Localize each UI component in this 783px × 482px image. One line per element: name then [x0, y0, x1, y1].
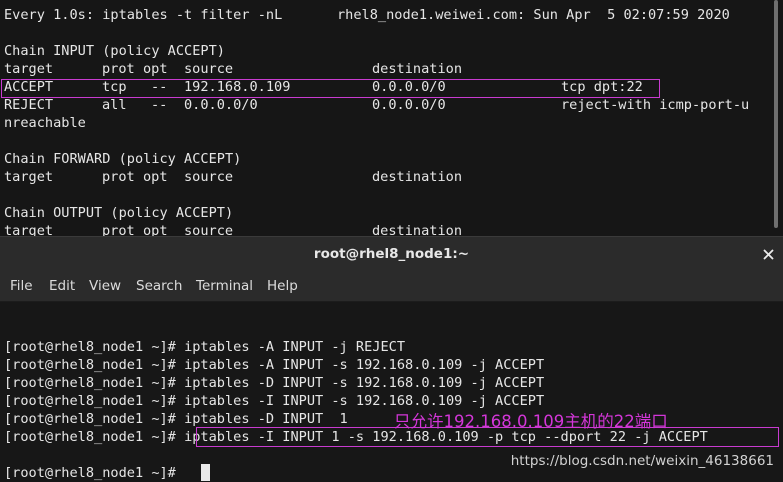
- terminal-window: root@rhel8_node1:~ File Edit View Search…: [0, 236, 783, 482]
- close-icon: [763, 249, 773, 259]
- active-prompt-line: [root@rhel8_node1 ~]#: [4, 464, 176, 482]
- col-prot: prot: [102, 61, 135, 77]
- menu-help[interactable]: Help: [267, 278, 298, 294]
- row-prot: tcp: [102, 79, 127, 95]
- row-extra: tcp dpt:22: [561, 79, 643, 95]
- col-opt: opt: [143, 61, 168, 77]
- menu-terminal[interactable]: Terminal: [196, 278, 253, 294]
- table-row: ACCEPT tcp -- 192.168.0.109 0.0.0.0/0 tc…: [4, 78, 643, 96]
- command-line: [root@rhel8_node1 ~]# iptables -A INPUT …: [4, 356, 544, 374]
- command-text: iptables -D INPUT -s 192.168.0.109 -j AC…: [184, 375, 545, 391]
- watch-header: Every 1.0s: iptables -t filter -nL rhel8…: [4, 6, 730, 24]
- col-destination: destination: [372, 223, 463, 236]
- chain-output-header: target prot opt source destination: [4, 222, 462, 236]
- col-source: source: [184, 223, 234, 236]
- menu-edit[interactable]: Edit: [49, 278, 75, 294]
- annotation-text: 只允许192.168.0.109主机的22端口: [394, 412, 668, 431]
- row-wrap-text: nreachable: [4, 115, 86, 131]
- col-prot: prot: [102, 169, 135, 185]
- watch-command: Every 1.0s: iptables -t filter -nL: [4, 7, 283, 23]
- watch-output-pane: Every 1.0s: iptables -t filter -nL rhel8…: [0, 0, 783, 236]
- shell-prompt: [root@rhel8_node1 ~]#: [4, 357, 176, 373]
- menu-view[interactable]: View: [89, 278, 121, 294]
- command-text: iptables -I INPUT -s 192.168.0.109 -j AC…: [184, 393, 545, 409]
- row-extra: reject-with icmp-port-u: [561, 97, 750, 113]
- col-target: target: [4, 169, 54, 185]
- watermark: https://blog.csdn.net/weixin_46138661: [510, 453, 774, 469]
- shell-prompt: [root@rhel8_node1 ~]#: [4, 393, 176, 409]
- shell-prompt: [root@rhel8_node1 ~]#: [4, 429, 176, 445]
- chain-forward-header: target prot opt source destination: [4, 168, 462, 186]
- row-target: ACCEPT: [4, 79, 54, 95]
- col-opt: opt: [143, 169, 168, 185]
- row-opt: --: [151, 79, 168, 95]
- table-row: REJECT all -- 0.0.0.0/0 0.0.0.0/0 reject…: [4, 96, 749, 114]
- row-source: 192.168.0.109: [184, 79, 291, 95]
- col-destination: destination: [372, 61, 463, 77]
- shell-prompt: [root@rhel8_node1 ~]#: [4, 339, 176, 355]
- row-target: REJECT: [4, 97, 54, 113]
- menu-search[interactable]: Search: [136, 278, 182, 294]
- command-line: [root@rhel8_node1 ~]# iptables -D INPUT …: [4, 410, 348, 428]
- row-source: 0.0.0.0/0: [184, 97, 258, 113]
- menu-file[interactable]: File: [10, 278, 33, 294]
- watch-scrollbar[interactable]: [774, 0, 778, 228]
- col-target: target: [4, 61, 54, 77]
- row-destination: 0.0.0.0/0: [372, 97, 446, 113]
- row-opt: --: [151, 97, 168, 113]
- chain-forward-title: Chain FORWARD (policy ACCEPT): [4, 151, 242, 167]
- col-source: source: [184, 61, 234, 77]
- menubar: File Edit View Search Terminal Help: [0, 272, 783, 302]
- close-button[interactable]: [759, 245, 777, 263]
- col-opt: opt: [143, 223, 168, 236]
- command-text: iptables -A INPUT -j REJECT: [184, 339, 406, 355]
- col-prot: prot: [102, 223, 135, 236]
- col-source: source: [184, 169, 234, 185]
- chain-input-title: Chain INPUT (policy ACCEPT): [4, 43, 225, 59]
- col-target: target: [4, 223, 54, 236]
- shell-prompt: [root@rhel8_node1 ~]#: [4, 375, 176, 391]
- chain-input-header: target prot opt source destination: [4, 60, 462, 78]
- command-text: iptables -A INPUT -s 192.168.0.109 -j AC…: [184, 357, 545, 373]
- command-text: iptables -D INPUT 1: [184, 411, 348, 427]
- row-destination: 0.0.0.0/0: [372, 79, 446, 95]
- row-prot: all: [102, 97, 127, 113]
- shell-prompt: [root@rhel8_node1 ~]#: [4, 411, 176, 427]
- window-title: root@rhel8_node1:~: [313, 246, 470, 262]
- command-line: [root@rhel8_node1 ~]# iptables -D INPUT …: [4, 374, 544, 392]
- text-cursor: [201, 464, 210, 481]
- watch-host-time: rhel8_node1.weiwei.com: Sun Apr 5 02:07:…: [337, 7, 730, 23]
- command-line: [root@rhel8_node1 ~]# iptables -A INPUT …: [4, 338, 405, 356]
- shell-prompt: [root@rhel8_node1 ~]#: [4, 465, 176, 481]
- titlebar[interactable]: root@rhel8_node1:~: [0, 236, 783, 272]
- chain-output-title: Chain OUTPUT (policy ACCEPT): [4, 205, 234, 221]
- screen: Every 1.0s: iptables -t filter -nL rhel8…: [0, 0, 783, 482]
- col-destination: destination: [372, 169, 463, 185]
